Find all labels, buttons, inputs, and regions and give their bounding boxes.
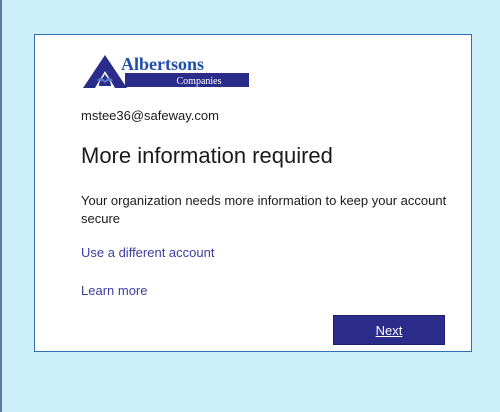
next-button[interactable]: Next [333,315,445,345]
window-edge [0,0,2,412]
use-different-account-link[interactable]: Use a different account [81,245,214,260]
description-text: Your organization needs more information… [81,193,447,226]
albertsons-logo: Albertsons Companies [83,54,249,88]
page-title: More information required [81,143,333,168]
brand-subtitle: Companies [177,76,222,87]
brand-name: Albertsons [121,54,204,74]
signin-card: Albertsons Companies mstee36@safeway.com… [34,34,472,352]
learn-more-link[interactable]: Learn more [81,283,147,298]
account-email: mstee36@safeway.com [81,108,219,123]
